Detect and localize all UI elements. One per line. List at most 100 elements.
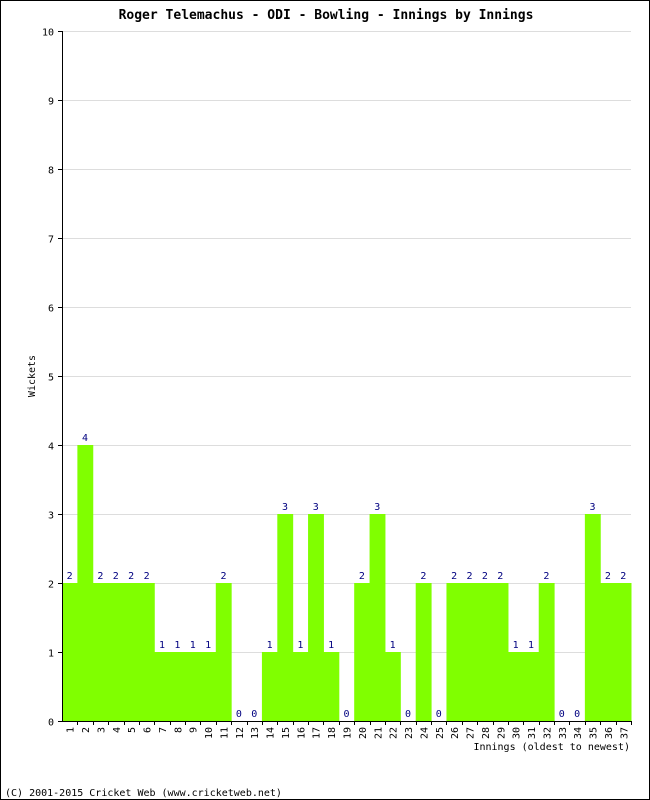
x-tick-label: 20 <box>358 727 369 739</box>
data-label: 2 <box>144 571 150 582</box>
data-label: 0 <box>236 709 242 720</box>
gridlines <box>62 31 631 653</box>
data-label: 1 <box>205 640 211 651</box>
data-label: 2 <box>543 571 549 582</box>
bar <box>461 583 478 721</box>
x-tick-label: 25 <box>435 727 446 739</box>
bar <box>169 652 186 721</box>
data-label: 3 <box>282 502 288 513</box>
data-label: 1 <box>328 640 334 651</box>
x-tick-label: 4 <box>112 727 123 733</box>
x-tick-label: 31 <box>527 727 538 739</box>
x-tick-label: 7 <box>158 727 169 733</box>
bar <box>446 583 463 721</box>
data-label: 1 <box>267 640 273 651</box>
data-label: 2 <box>220 571 226 582</box>
bar <box>215 583 232 721</box>
x-tick-label: 17 <box>312 727 323 739</box>
bar <box>77 445 94 721</box>
bar <box>123 583 140 721</box>
data-label: 2 <box>113 571 119 582</box>
data-label: 0 <box>574 709 580 720</box>
y-tick-label: 2 <box>48 580 54 591</box>
data-label: 0 <box>559 709 565 720</box>
bar <box>477 583 494 721</box>
bar <box>615 583 632 721</box>
bar <box>538 583 555 721</box>
bar <box>62 583 78 721</box>
bar <box>308 514 324 721</box>
x-tick-label: 33 <box>558 727 569 739</box>
x-tick-label: 36 <box>604 727 615 739</box>
data-label: 1 <box>528 640 534 651</box>
data-label: 2 <box>359 571 365 582</box>
bar <box>292 652 309 721</box>
bar <box>492 583 509 721</box>
x-tick-label: 19 <box>343 727 354 739</box>
x-tick-label: 35 <box>589 727 600 739</box>
y-tick-labels: 0 1 2 3 4 5 6 7 8 9 10 <box>42 28 54 729</box>
data-label: 2 <box>97 571 103 582</box>
data-label: 1 <box>174 640 180 651</box>
x-tick-label: 8 <box>173 727 184 733</box>
data-label: 2 <box>420 571 426 582</box>
data-label: 2 <box>451 571 457 582</box>
x-tick-label: 22 <box>389 727 400 739</box>
x-tick-label: 9 <box>189 727 200 733</box>
data-label: 0 <box>436 709 442 720</box>
data-label: 1 <box>297 640 303 651</box>
x-tick-label: 32 <box>542 727 553 739</box>
x-tick-label: 18 <box>327 727 338 739</box>
data-label: 3 <box>374 502 380 513</box>
y-axis-label: Wickets <box>27 355 38 397</box>
innings-chart: Roger Telemachus - ODI - Bowling - Innin… <box>5 8 632 799</box>
data-label: 0 <box>405 709 411 720</box>
x-tick-label: 5 <box>127 727 138 733</box>
x-tick-labels: 1 2 3 4 5 6 7 8 9 10 11 12 13 14 15 16 17 18 19 20 21 22 23 24 2… <box>66 727 631 739</box>
bar <box>200 652 217 721</box>
data-label: 1 <box>390 640 396 651</box>
x-tick-label: 10 <box>204 727 215 739</box>
y-tick-label: 4 <box>48 442 54 453</box>
data-label: 1 <box>513 640 519 651</box>
bar <box>415 583 432 721</box>
x-tick-label: 37 <box>619 727 630 739</box>
data-label: 2 <box>497 571 503 582</box>
data-label: 1 <box>190 640 196 651</box>
y-tick-label: 10 <box>42 28 54 39</box>
bar <box>584 514 601 721</box>
bar <box>154 652 171 721</box>
x-tick-label: 1 <box>66 727 77 733</box>
copyright-footer: (C) 2001-2015 Cricket Web (www.cricketwe… <box>5 788 282 799</box>
y-tick-label: 3 <box>48 511 54 522</box>
bar <box>92 583 109 721</box>
x-tick-label: 24 <box>419 727 430 739</box>
x-tick-label: 12 <box>235 727 246 739</box>
x-tick-label: 28 <box>481 727 492 739</box>
bar <box>185 652 201 721</box>
y-tick-label: 9 <box>48 97 54 108</box>
bar <box>261 652 278 721</box>
bar <box>323 652 340 721</box>
data-label: 0 <box>343 709 349 720</box>
x-tick-label: 29 <box>496 727 507 739</box>
x-tick-label: 6 <box>143 727 154 733</box>
x-tick-label: 2 <box>81 727 92 733</box>
bar <box>507 652 524 721</box>
x-tick-label: 27 <box>466 727 477 739</box>
x-axis-label: Innings (oldest to newest) <box>473 742 630 753</box>
data-label: 2 <box>605 571 611 582</box>
x-tick-label: 13 <box>250 727 261 739</box>
data-label: 3 <box>313 502 319 513</box>
x-tick-label: 3 <box>96 727 107 733</box>
bar <box>523 652 540 721</box>
data-label: 2 <box>67 571 73 582</box>
data-label: 0 <box>251 709 257 720</box>
data-label: 2 <box>482 571 488 582</box>
x-tick-label: 14 <box>266 727 277 739</box>
y-tick-label: 8 <box>48 166 54 177</box>
chart-frame: Roger Telemachus - ODI - Bowling - Innin… <box>0 0 650 800</box>
chart-title: Roger Telemachus - ODI - Bowling - Innin… <box>119 8 534 23</box>
data-label: 1 <box>159 640 165 651</box>
x-tick-label: 21 <box>373 727 384 739</box>
